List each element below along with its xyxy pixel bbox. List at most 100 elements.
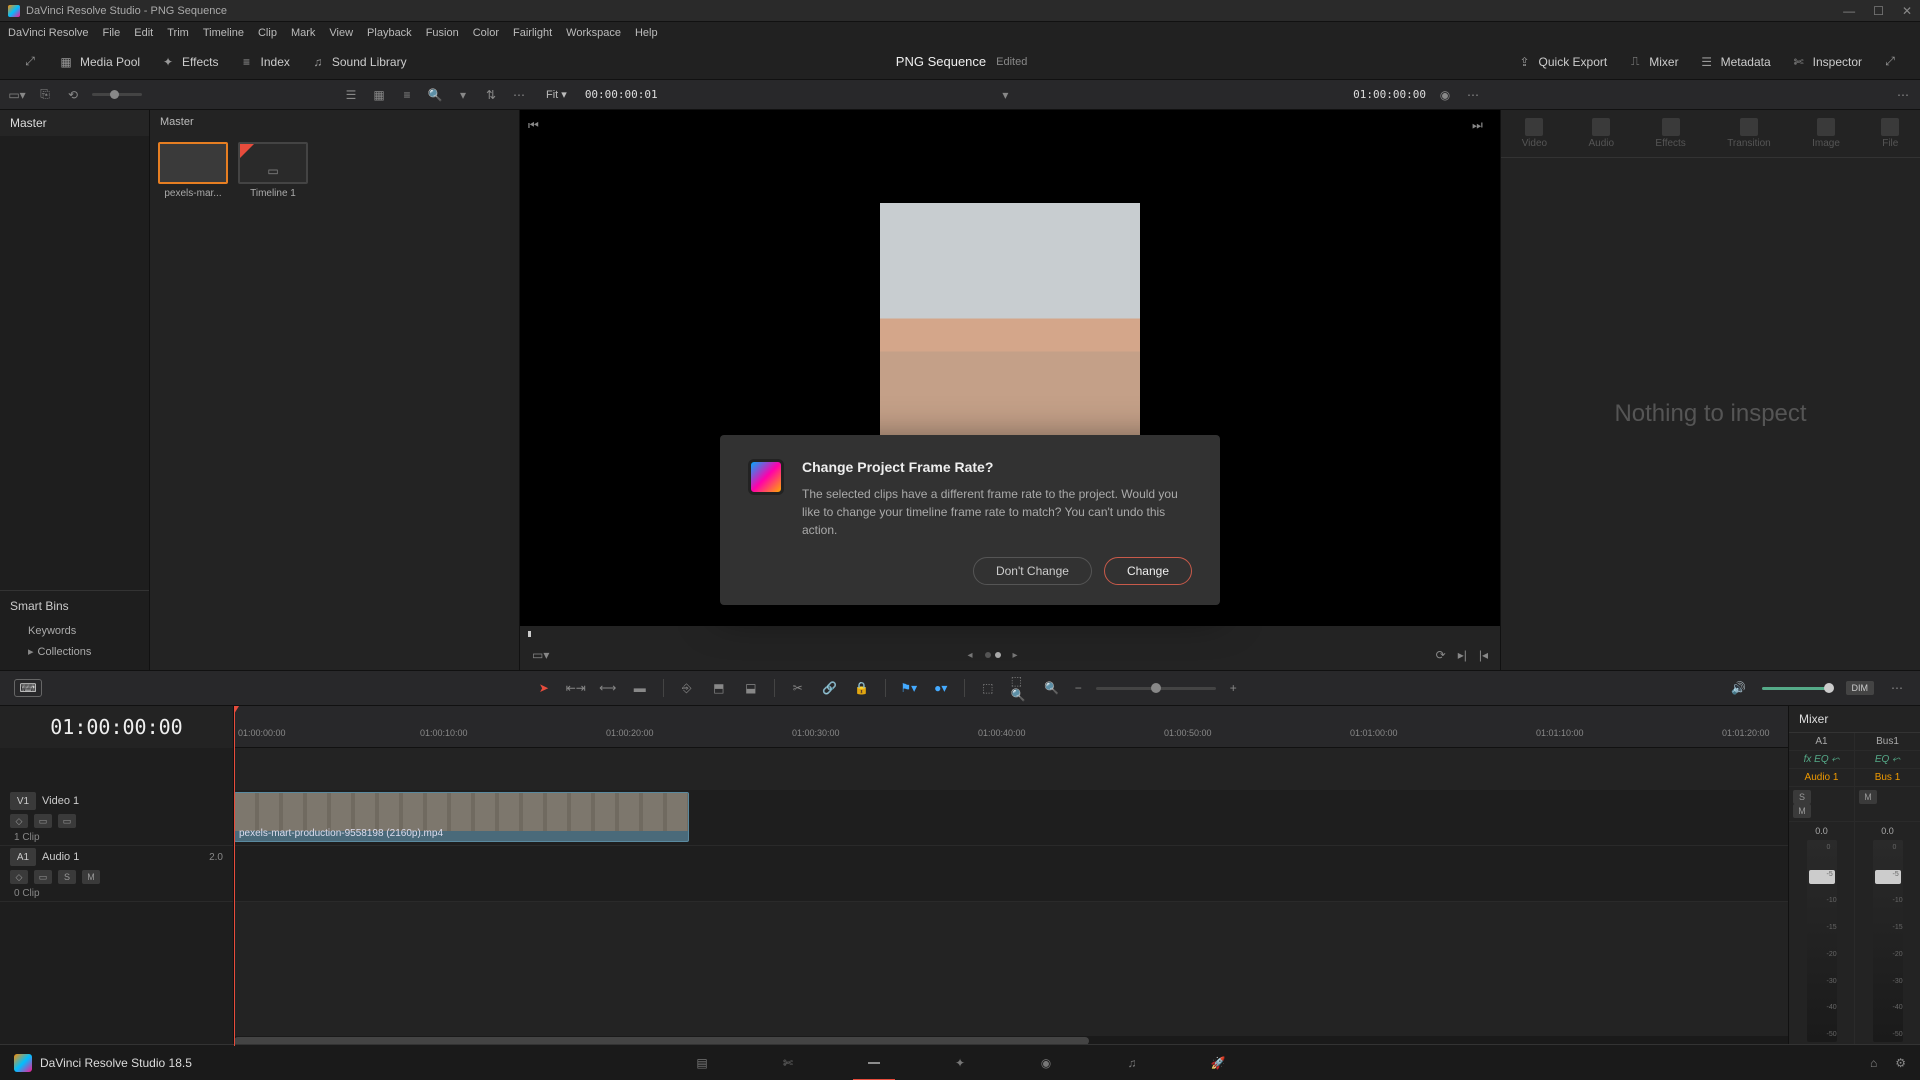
menu-color[interactable]: Color (473, 27, 499, 39)
zoom-slider[interactable] (1096, 687, 1216, 690)
mixer-solo-a1[interactable]: S (1793, 790, 1811, 804)
menu-fusion[interactable]: Fusion (426, 27, 459, 39)
view-grid-icon[interactable]: ▦ (370, 86, 388, 104)
match-frame-back-icon[interactable]: |◂ (1479, 648, 1488, 662)
view-strip-icon[interactable]: ☰ (342, 86, 360, 104)
menu-workspace[interactable]: Workspace (566, 27, 621, 39)
timeline-options-icon[interactable]: ⋯ (1888, 679, 1906, 697)
menu-davinci[interactable]: DaVinci Resolve (8, 27, 89, 39)
menu-file[interactable]: File (103, 27, 121, 39)
audio-track[interactable] (234, 846, 1788, 902)
inspector-options-icon[interactable]: ⋯ (1894, 86, 1912, 104)
menu-edit[interactable]: Edit (134, 27, 153, 39)
thumbnail-size-slider[interactable] (92, 93, 142, 96)
next-page-icon[interactable]: ▸ (1013, 650, 1018, 661)
lock-icon[interactable]: 🔒 (853, 679, 871, 697)
zoom-out-icon[interactable]: − (1075, 681, 1082, 695)
mark-in-icon[interactable]: ▭▾ (532, 648, 549, 662)
volume-slider[interactable] (1762, 687, 1832, 690)
solo-button[interactable]: S (58, 870, 76, 884)
fader-bus1[interactable]: 0.0 0-5-10-15-20-30-40-50 (1855, 822, 1920, 1046)
color-page-icon[interactable]: ◉ (1033, 1053, 1059, 1073)
audio-lock-icon[interactable]: ▭ (34, 870, 52, 884)
view-list-icon[interactable]: ≡ (398, 86, 416, 104)
sort-icon[interactable]: ⇅ (482, 86, 500, 104)
filter-dropdown-icon[interactable]: ▾ (454, 86, 472, 104)
timeline-item[interactable]: ▭ Timeline 1 (238, 142, 308, 199)
timeline-canvas[interactable]: 01:00:00:00 01:00:10:00 01:00:20:00 01:0… (234, 706, 1788, 1046)
audio-track-header[interactable]: A1 Audio 1 2.0 ◇ ▭ S M 0 Clip (0, 846, 233, 902)
dim-label[interactable]: DIM (1846, 681, 1875, 695)
video-track-header[interactable]: V1 Video 1 ◇ ▭ ▭ 1 Clip (0, 790, 233, 846)
cut-page-icon[interactable]: ✄ (775, 1053, 801, 1073)
eq-a1[interactable]: fx EQ ⬿ (1789, 751, 1855, 768)
master-bin[interactable]: Master (0, 110, 149, 136)
tab-video[interactable]: Video (1522, 118, 1547, 149)
close-button[interactable]: ✕ (1902, 4, 1912, 18)
mixer-mute-bus1[interactable]: M (1859, 790, 1877, 804)
fairlight-page-icon[interactable]: ♫ (1119, 1053, 1145, 1073)
change-button[interactable]: Change (1104, 557, 1192, 585)
insert-icon[interactable]: ⎆ (678, 679, 696, 697)
match-frame-icon[interactable]: ▸| (1458, 648, 1467, 662)
menu-mark[interactable]: Mark (291, 27, 315, 39)
media-pool-button[interactable]: ▦Media Pool (48, 50, 150, 74)
volume-icon[interactable]: 🔊 (1730, 679, 1748, 697)
video-track-badge[interactable]: V1 (10, 792, 36, 810)
audio-track-badge[interactable]: A1 (10, 848, 36, 866)
expand-right-button[interactable]: ⤢ (1872, 50, 1908, 74)
clip-item[interactable]: pexels-mar... (158, 142, 228, 199)
import-icon[interactable]: ⎘ (36, 86, 54, 104)
inspector-button[interactable]: ✄Inspector (1781, 50, 1872, 74)
tab-transition[interactable]: Transition (1727, 118, 1771, 149)
zoom-full-icon[interactable]: ⬚🔍 (1011, 679, 1029, 697)
blade-tool-icon[interactable]: ▬ (631, 679, 649, 697)
loop-icon[interactable]: ⟳ (1436, 648, 1446, 662)
prev-page-icon[interactable]: ◂ (967, 650, 972, 661)
home-icon[interactable]: ⌂ (1870, 1056, 1877, 1070)
fader-track[interactable]: 0-5-10-15-20-30-40-50 (1873, 840, 1903, 1042)
metadata-button[interactable]: ☰Metadata (1689, 50, 1781, 74)
mixer-button[interactable]: ⎍Mixer (1617, 50, 1688, 74)
menu-timeline[interactable]: Timeline (203, 27, 244, 39)
dynamic-trim-icon[interactable]: ⟷ (599, 679, 617, 697)
minimize-button[interactable]: — (1843, 4, 1855, 18)
tab-effects[interactable]: Effects (1655, 118, 1685, 149)
trim-tool-icon[interactable]: ⇤⇥ (567, 679, 585, 697)
media-page-icon[interactable]: ▤ (689, 1053, 715, 1073)
menu-help[interactable]: Help (635, 27, 658, 39)
timeline-ruler[interactable]: 01:00:00:00 01:00:10:00 01:00:20:00 01:0… (234, 706, 1788, 748)
settings-icon[interactable]: ⚙ (1895, 1056, 1906, 1070)
track-disable-icon[interactable]: ▭ (58, 814, 76, 828)
zoom-fit-dropdown[interactable]: Fit ▾ (538, 86, 575, 103)
maximize-button[interactable]: ☐ (1873, 4, 1884, 18)
timeline-timecode[interactable]: 01:00:00:00 (0, 706, 233, 748)
bin-dropdown-icon[interactable]: ▭▾ (8, 86, 26, 104)
fader-track[interactable]: 0-5-10-15-20-30-40-50 (1807, 840, 1837, 1042)
link-icon[interactable]: 🔗 (821, 679, 839, 697)
keywords-bin[interactable]: Keywords (10, 621, 139, 641)
keyboard-icon[interactable]: ⌨ (14, 679, 42, 697)
source-timecode[interactable]: 00:00:00:01 (585, 88, 658, 101)
replace-icon[interactable]: ⬓ (742, 679, 760, 697)
menu-view[interactable]: View (329, 27, 353, 39)
dont-change-button[interactable]: Don't Change (973, 557, 1092, 585)
record-timecode[interactable]: 01:00:00:00 (1353, 88, 1426, 101)
marker-icon[interactable]: ●▾ (932, 679, 950, 697)
video-track[interactable]: pexels-mart-production-9558198 (2160p).m… (234, 790, 1788, 846)
blade-icon[interactable]: ✂ (789, 679, 807, 697)
eq-bus1[interactable]: EQ ⬿ (1855, 751, 1920, 768)
tab-file[interactable]: File (1881, 118, 1899, 149)
selection-tool-icon[interactable]: ➤ (535, 679, 553, 697)
zoom-in-icon[interactable]: + (1230, 681, 1237, 695)
breadcrumb[interactable]: Master (150, 110, 519, 134)
refresh-icon[interactable]: ⟲ (64, 86, 82, 104)
snap-icon[interactable]: ⬚ (979, 679, 997, 697)
track-lock-icon[interactable]: ▭ (34, 814, 52, 828)
sound-library-button[interactable]: ♫Sound Library (300, 50, 417, 74)
bypass-icon[interactable]: ◉ (1436, 86, 1454, 104)
audio-auto-select-icon[interactable]: ◇ (10, 870, 28, 884)
menu-trim[interactable]: Trim (167, 27, 189, 39)
quick-export-button[interactable]: ⇪Quick Export (1507, 50, 1618, 74)
zoom-detail-icon[interactable]: 🔍 (1043, 679, 1061, 697)
